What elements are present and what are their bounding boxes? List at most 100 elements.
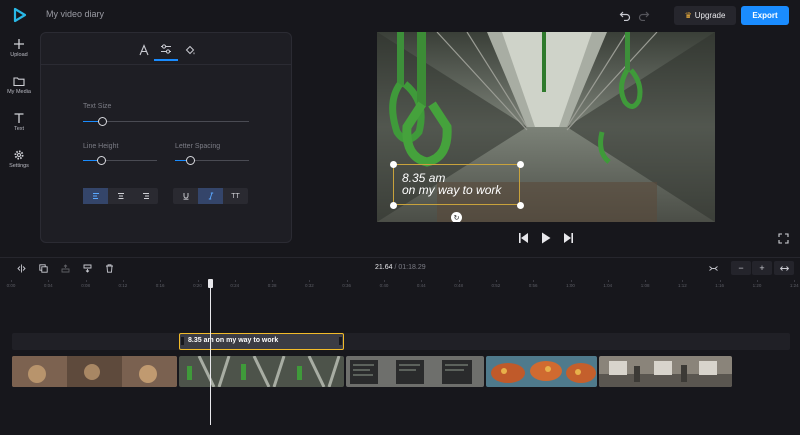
caption-line-2: on my way to work <box>402 183 502 197</box>
slider-handle[interactable] <box>97 156 106 165</box>
sidebar-item-label: Settings <box>9 163 29 169</box>
resize-handle-top-left[interactable] <box>390 161 397 168</box>
sidebar: Upload My Media Text Settings <box>0 30 38 250</box>
gear-icon <box>14 150 24 160</box>
play-icon[interactable] <box>540 232 551 244</box>
clip-trim-handle-right[interactable] <box>339 337 342 345</box>
ruler-tick-label: 0:24 <box>230 283 240 288</box>
ruler-tick-mark <box>11 280 12 282</box>
video-clip-2[interactable] <box>179 356 344 387</box>
line-height-slider[interactable] <box>83 156 157 165</box>
sidebar-item-label: Text <box>13 126 25 132</box>
project-name[interactable]: My video diary <box>46 9 104 19</box>
italic-button[interactable] <box>198 188 223 204</box>
caption-text[interactable]: 8.35 am on my way to work <box>402 172 501 196</box>
redo-icon[interactable] <box>638 9 650 21</box>
ruler-tick-mark <box>719 280 721 282</box>
sliders-icon <box>161 44 171 54</box>
tab-font[interactable] <box>132 39 156 61</box>
duplicate-button[interactable] <box>34 261 52 275</box>
rotate-handle-icon[interactable]: ↻ <box>451 212 462 222</box>
clip-thumbnail <box>486 356 597 387</box>
tab-color[interactable] <box>178 39 202 61</box>
split-button[interactable] <box>12 261 30 275</box>
text-style-group: TT <box>173 188 248 204</box>
paint-bucket-icon <box>185 45 195 55</box>
playhead-handle[interactable] <box>208 279 213 288</box>
slider-handle[interactable] <box>186 156 196 165</box>
resize-handle-top-right[interactable] <box>517 161 524 168</box>
ruler-tick-mark <box>607 280 609 282</box>
ruler-tick-mark <box>48 280 50 282</box>
underline-button[interactable] <box>173 188 198 204</box>
text-clip[interactable]: 8.35 am on my way to work <box>179 333 344 350</box>
plus-icon <box>14 39 24 49</box>
ruler-tick-label: 1:04 <box>603 283 613 288</box>
caption-selection-box[interactable]: 8.35 am on my way to work <box>393 164 520 205</box>
skip-forward-icon[interactable] <box>563 232 574 244</box>
video-clip-5[interactable] <box>599 356 732 387</box>
export-button[interactable]: Export <box>741 6 789 25</box>
sidebar-item-settings[interactable]: Settings <box>0 149 38 179</box>
zoom-out-button[interactable]: − <box>731 261 751 275</box>
line-height-label: Line Height <box>83 143 119 150</box>
video-editor: My video diary ♛ Upgrade Export Upload M… <box>0 0 800 435</box>
ruler-tick-label: 0:48 <box>454 283 463 288</box>
upgrade-button[interactable]: ♛ Upgrade <box>674 6 736 25</box>
ruler-tick-mark <box>570 280 572 282</box>
expand-timeline-button[interactable] <box>774 261 794 275</box>
video-clip-3[interactable] <box>346 356 484 387</box>
underline-icon <box>183 193 188 200</box>
ruler-tick-label: 0:04 <box>43 283 53 288</box>
align-right-button[interactable] <box>133 188 158 204</box>
move-down-button[interactable] <box>78 261 96 275</box>
italic-icon <box>208 192 213 200</box>
letter-spacing-label: Letter Spacing <box>175 143 221 150</box>
app-logo[interactable] <box>12 7 28 23</box>
resize-handle-bottom-left[interactable] <box>390 202 397 209</box>
move-up-button[interactable] <box>56 261 74 275</box>
time-ruler[interactable]: 0:00 0:04 0:08 0:12 0:16 0:20 0:24 0:28 0:32 0:36… <box>0 280 800 292</box>
fit-timeline-button[interactable] <box>704 261 722 275</box>
ruler-tick-mark <box>272 280 274 282</box>
clip-thumbnail <box>12 356 177 387</box>
panel-tabs <box>41 33 291 65</box>
ruler-tick-mark <box>197 280 199 282</box>
ruler-tick-mark <box>533 280 535 282</box>
ruler-tick-label: 0:12 <box>118 283 128 288</box>
ruler-tick-label: 1:24 <box>789 283 799 288</box>
slider-track <box>83 121 249 122</box>
ruler-tick-label: 0:16 <box>155 283 165 288</box>
uppercase-button[interactable]: TT <box>223 188 248 204</box>
ruler-tick-mark <box>757 280 758 282</box>
playhead[interactable] <box>210 279 211 425</box>
delete-button[interactable] <box>100 261 118 275</box>
ruler-tick-mark <box>421 280 423 282</box>
resize-handle-bottom-right[interactable] <box>517 202 524 209</box>
align-left-button[interactable] <box>83 188 108 204</box>
video-clip-1[interactable] <box>12 356 177 387</box>
align-center-button[interactable] <box>108 188 133 204</box>
sidebar-item-label: My Media <box>7 89 31 95</box>
ruler-tick-mark <box>122 280 124 282</box>
fullscreen-icon[interactable] <box>778 233 789 244</box>
slider-handle[interactable] <box>98 117 108 126</box>
clip-thumbnail <box>599 356 732 387</box>
align-center-icon <box>117 193 124 199</box>
sidebar-item-label: Upload <box>10 52 28 58</box>
sidebar-item-upload[interactable]: Upload <box>0 38 38 68</box>
sidebar-item-text[interactable]: Text <box>0 112 38 142</box>
sidebar-item-my-media[interactable]: My Media <box>0 75 38 105</box>
ruler-tick-mark <box>309 280 311 282</box>
tab-spacing[interactable] <box>154 39 178 61</box>
split-icon <box>16 264 26 272</box>
letter-spacing-slider[interactable] <box>175 156 249 165</box>
video-preview[interactable]: 8.35 am on my way to work ↻ <box>377 32 715 222</box>
undo-icon[interactable] <box>619 9 631 21</box>
ruler-tick-label: 0:44 <box>416 283 426 288</box>
video-clip-4[interactable] <box>486 356 597 387</box>
zoom-in-button[interactable]: + <box>752 261 772 275</box>
text-size-slider[interactable] <box>83 117 249 126</box>
skip-back-icon[interactable] <box>518 232 529 244</box>
clip-trim-handle-left[interactable] <box>181 337 184 345</box>
